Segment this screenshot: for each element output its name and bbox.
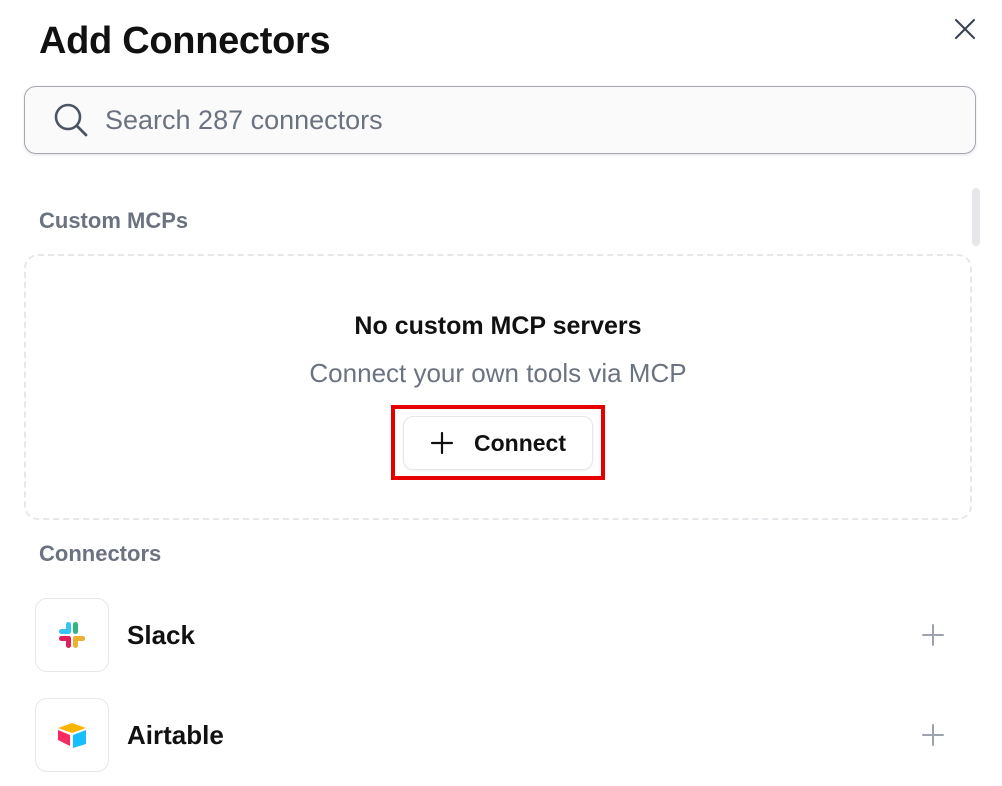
connector-row-slack[interactable]: Slack xyxy=(35,597,955,673)
plus-icon[interactable] xyxy=(919,621,947,649)
connector-row-airtable[interactable]: Airtable xyxy=(35,697,955,773)
airtable-logo-icon xyxy=(35,698,109,772)
dialog-title: Add Connectors xyxy=(39,20,331,62)
connect-mcp-button[interactable]: Connect xyxy=(403,416,593,470)
search-box[interactable] xyxy=(24,86,976,154)
search-input[interactable] xyxy=(105,104,975,136)
custom-mcp-empty-state: No custom MCP servers Connect your own t… xyxy=(24,254,972,520)
close-icon xyxy=(955,19,975,39)
empty-state-title: No custom MCP servers xyxy=(354,312,642,340)
close-button[interactable] xyxy=(950,14,980,44)
section-label-connectors: Connectors xyxy=(39,541,162,566)
plus-icon xyxy=(430,431,454,455)
connect-button-label: Connect xyxy=(474,429,566,456)
connector-name: Airtable xyxy=(127,719,224,750)
plus-icon[interactable] xyxy=(919,721,947,749)
scrollbar-thumb[interactable] xyxy=(972,188,980,246)
section-label-custom-mcps: Custom MCPs xyxy=(39,208,189,233)
slack-logo-icon xyxy=(35,598,109,672)
connector-name: Slack xyxy=(127,619,195,650)
empty-state-subtitle: Connect your own tools via MCP xyxy=(309,358,687,388)
search-icon xyxy=(51,100,91,140)
